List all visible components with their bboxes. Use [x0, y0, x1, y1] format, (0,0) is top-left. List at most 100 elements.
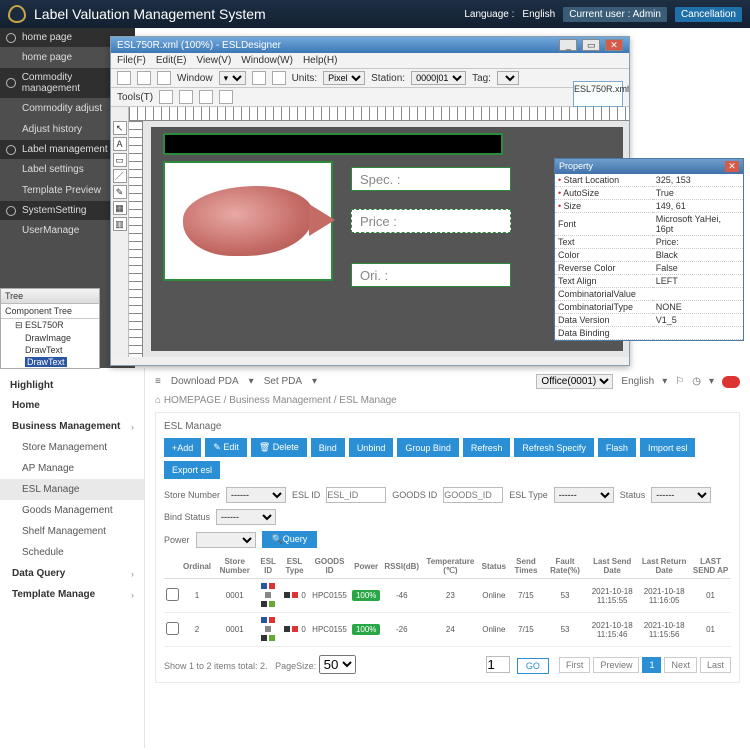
col-header[interactable]: Temperature (℃): [421, 554, 480, 579]
sidebar-item[interactable]: ESL Manage: [0, 479, 144, 500]
action-button[interactable]: Refresh: [463, 438, 511, 457]
chevron-down-icon[interactable]: ▾: [312, 376, 317, 387]
chevron-down-icon[interactable]: ▾: [249, 376, 254, 387]
tree-root[interactable]: ⊟ ESL750R: [1, 319, 99, 332]
sidebar-item[interactable]: Home: [0, 395, 144, 416]
sidebar-item[interactable]: Schedule: [0, 542, 144, 563]
close-icon[interactable]: ✕: [725, 161, 739, 172]
crumb-bm[interactable]: Business Management: [229, 395, 331, 406]
prop-val[interactable]: 149, 61: [653, 200, 743, 213]
power-select[interactable]: [196, 532, 256, 548]
tree-node-selected[interactable]: DrawText: [1, 356, 99, 368]
undo-icon[interactable]: [159, 90, 173, 104]
menu-view[interactable]: View(V): [196, 55, 231, 66]
col-header[interactable]: Ordinal: [181, 554, 213, 579]
pointer-icon[interactable]: ↖: [113, 121, 127, 135]
col-header[interactable]: RSSI(dB): [382, 554, 421, 579]
tag-select[interactable]: [497, 71, 519, 85]
bind-select[interactable]: ------: [216, 509, 276, 525]
store-select[interactable]: ------: [226, 487, 286, 503]
home-icon[interactable]: ⌂: [155, 395, 161, 406]
table-row[interactable]: 20001 0HPC0155100%-2624Online7/15532021-…: [164, 613, 731, 647]
current-user[interactable]: Current user : Admin: [563, 7, 667, 22]
action-button[interactable]: Export esl: [164, 461, 220, 479]
sidebar-item[interactable]: Template Manage›: [0, 584, 144, 605]
pager-first[interactable]: First: [559, 657, 591, 673]
sidebar-item[interactable]: Goods Management: [0, 500, 144, 521]
action-button[interactable]: +Add: [164, 438, 201, 457]
logout-button[interactable]: Cancellation: [675, 7, 742, 22]
maximize-icon[interactable]: ▭: [582, 39, 600, 51]
language-value[interactable]: English: [522, 9, 555, 20]
grid-icon[interactable]: [272, 71, 286, 85]
pager-prev[interactable]: Preview: [593, 657, 639, 673]
tree-node[interactable]: DrawText: [1, 344, 99, 356]
col-header[interactable]: Power: [350, 554, 382, 579]
action-button[interactable]: Flash: [598, 438, 636, 457]
col-header[interactable]: Last Send Date: [586, 554, 638, 579]
prop-val[interactable]: LEFT: [653, 275, 743, 288]
open-icon[interactable]: [137, 71, 151, 85]
col-header[interactable]: LAST SEND AP: [690, 554, 731, 579]
chevron-down-icon[interactable]: ▾: [709, 376, 714, 387]
esl-id-input[interactable]: [326, 487, 386, 503]
flag-icon[interactable]: ⚐: [675, 376, 684, 387]
crumb-home[interactable]: HOMEPAGE: [164, 395, 221, 406]
esl-type-select[interactable]: ------: [554, 487, 614, 503]
new-icon[interactable]: [117, 71, 131, 85]
page-input[interactable]: [486, 656, 510, 673]
tool-icon[interactable]: [199, 90, 213, 104]
chevron-down-icon[interactable]: ▾: [662, 376, 667, 387]
sidebar-item[interactable]: AP Manage: [0, 458, 144, 479]
col-header[interactable]: Last Return Date: [638, 554, 690, 579]
open-file-tab[interactable]: ESL750R.xml: [573, 81, 623, 107]
prop-val[interactable]: Price:: [653, 236, 743, 249]
col-header[interactable]: Fault Rate(%): [544, 554, 586, 579]
redo-icon[interactable]: [179, 90, 193, 104]
image-icon[interactable]: ▦: [113, 201, 127, 215]
canvas[interactable]: Spec. : Price : Ori. :: [151, 127, 623, 351]
download-pda[interactable]: Download PDA: [171, 376, 239, 387]
menu-help[interactable]: Help(H): [303, 55, 337, 66]
canvas-field-price[interactable]: Price :: [351, 209, 511, 233]
col-header[interactable]: [164, 554, 181, 579]
close-icon[interactable]: ✕: [605, 39, 623, 51]
row-checkbox[interactable]: [166, 588, 179, 601]
action-button[interactable]: Unbind: [349, 438, 394, 457]
prop-val[interactable]: V1_5: [653, 314, 743, 327]
action-button[interactable]: Group Bind: [397, 438, 459, 457]
station-select[interactable]: 0000|01: [411, 71, 466, 85]
office-select[interactable]: Office(0001): [536, 374, 613, 389]
prop-val[interactable]: 325, 153: [653, 174, 743, 187]
sidebar-item[interactable]: Business Management›: [0, 416, 144, 437]
prop-val[interactable]: [653, 327, 743, 340]
menu-edit[interactable]: Edit(E): [156, 55, 187, 66]
tool-icon[interactable]: [219, 90, 233, 104]
pagesize-select[interactable]: 50: [319, 655, 356, 674]
rect-icon[interactable]: ▭: [113, 153, 127, 167]
units-select[interactable]: Pixel: [323, 71, 365, 85]
pager-current[interactable]: 1: [642, 657, 661, 673]
pager-next[interactable]: Next: [664, 657, 697, 673]
barcode-icon[interactable]: ▥: [113, 217, 127, 231]
designer-titlebar[interactable]: ESL750R.xml (100%) - ESLDesigner _ ▭ ✕: [111, 37, 629, 53]
set-pda[interactable]: Set PDA: [264, 376, 302, 387]
go-button[interactable]: GO: [517, 658, 549, 674]
status-select[interactable]: ------: [651, 487, 711, 503]
goods-id-input[interactable]: [443, 487, 503, 503]
line-icon[interactable]: ／: [113, 169, 127, 183]
col-header[interactable]: ESL ID: [256, 554, 280, 579]
sidebar-item[interactable]: Shelf Management: [0, 521, 144, 542]
minimize-icon[interactable]: _: [559, 39, 577, 51]
save-icon[interactable]: [157, 71, 171, 85]
table-row[interactable]: 10001 0HPC0155100%-4623Online7/15532021-…: [164, 579, 731, 613]
prop-val[interactable]: NONE: [653, 301, 743, 314]
query-button[interactable]: 🔍Query: [262, 531, 318, 548]
pager-last[interactable]: Last: [700, 657, 731, 673]
canvas-field-ori[interactable]: Ori. :: [351, 263, 511, 287]
col-header[interactable]: ESL Type: [280, 554, 309, 579]
row-checkbox[interactable]: [166, 622, 179, 635]
prop-val[interactable]: Microsoft YaHei, 16pt: [653, 213, 743, 236]
prop-val[interactable]: False: [653, 262, 743, 275]
action-button[interactable]: ✎ Edit: [205, 438, 247, 457]
